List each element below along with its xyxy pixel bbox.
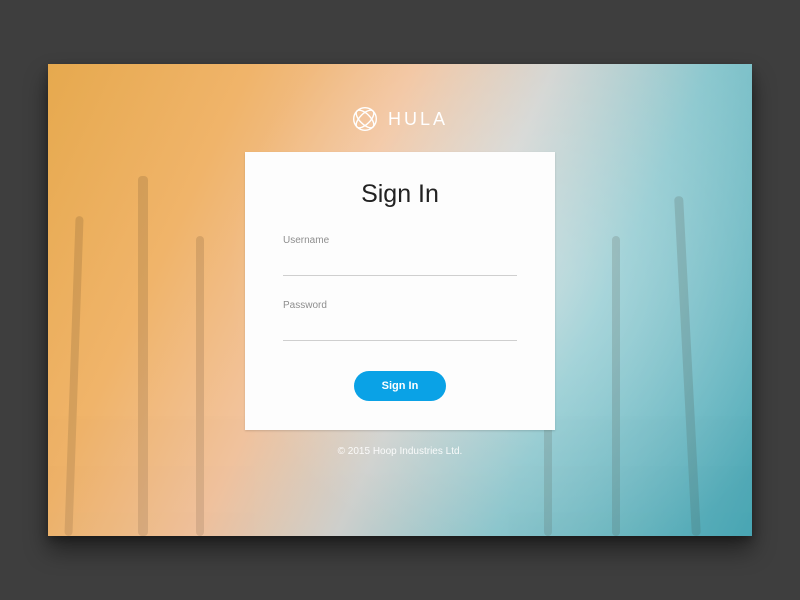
password-label: Password: [283, 300, 517, 311]
username-field: Username: [283, 235, 517, 276]
logo-icon: [352, 106, 378, 132]
signin-button[interactable]: Sign In: [354, 371, 447, 401]
footer-copyright: © 2015 Hoop Industries Ltd.: [338, 446, 463, 457]
signin-card: Sign In Username Password Sign In: [245, 152, 555, 430]
username-input[interactable]: [283, 250, 517, 276]
brand-name: HULA: [388, 109, 448, 130]
card-title: Sign In: [361, 180, 439, 209]
password-field: Password: [283, 300, 517, 341]
password-input[interactable]: [283, 315, 517, 341]
login-screen: HULA Sign In Username Password Sign In ©…: [48, 64, 752, 536]
username-label: Username: [283, 235, 517, 246]
brand: HULA: [352, 106, 448, 132]
